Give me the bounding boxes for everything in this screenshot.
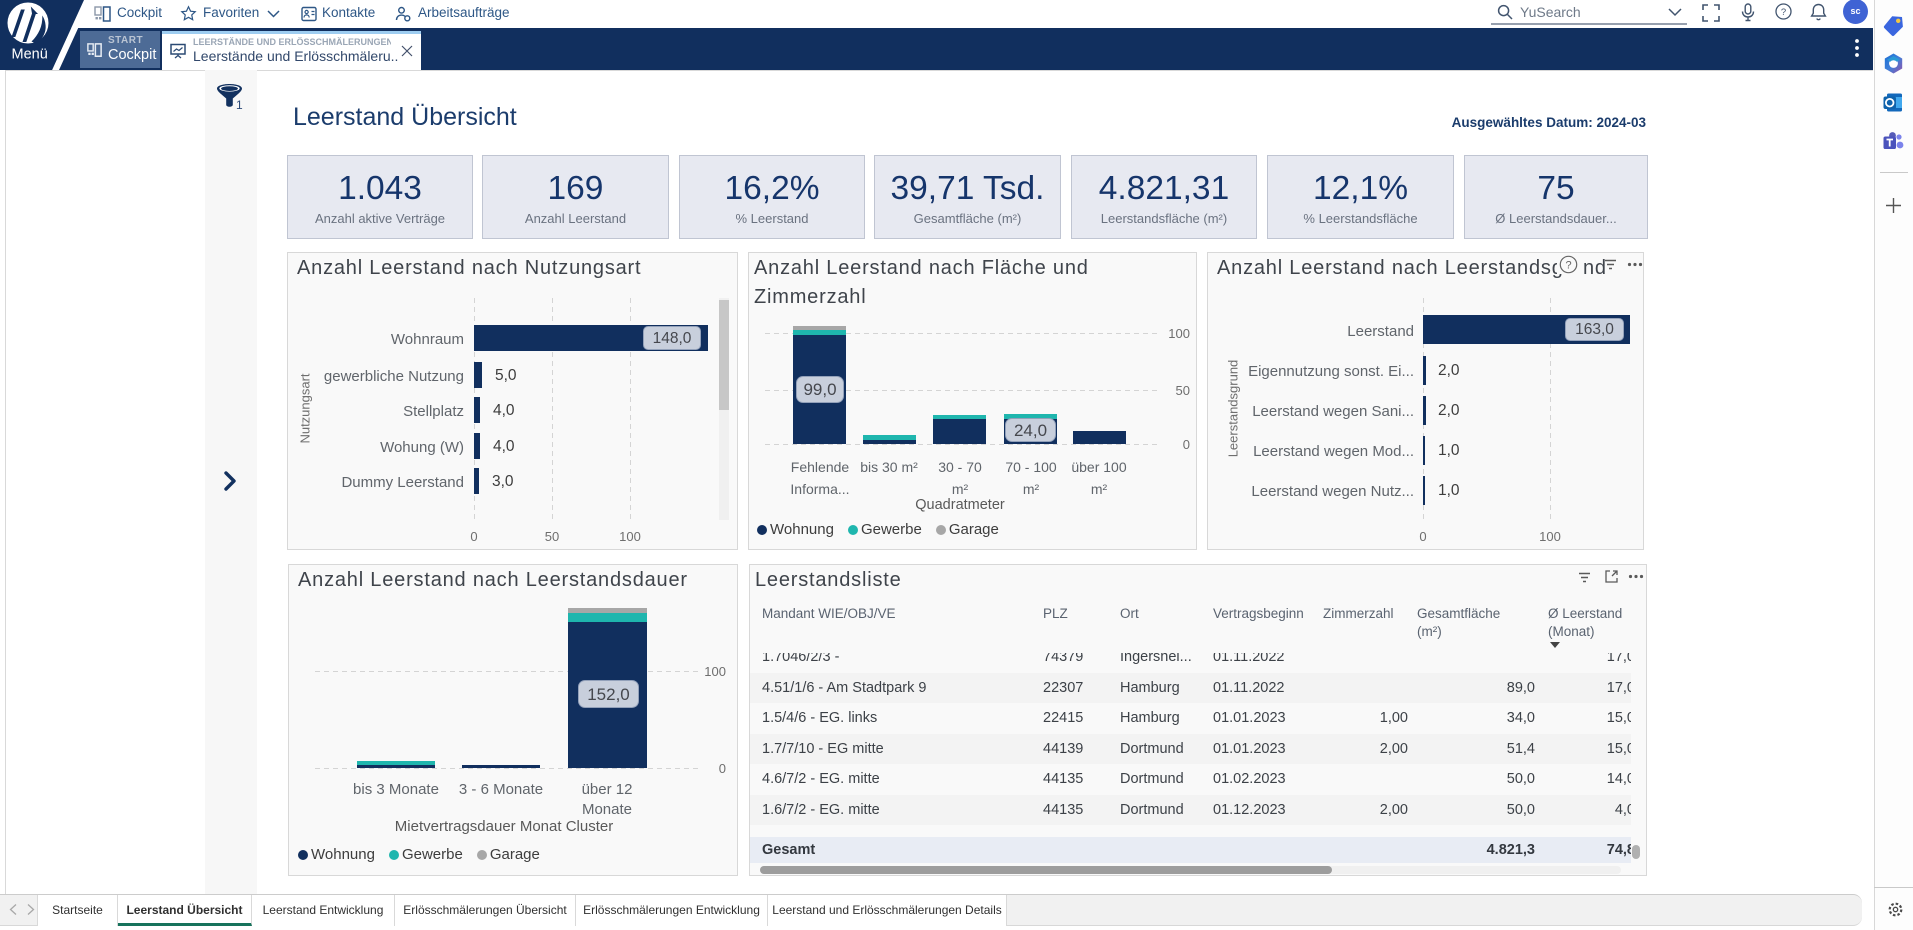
svg-text:Menü: Menü xyxy=(12,47,48,63)
svg-text:?: ? xyxy=(1781,7,1786,18)
svg-text:?: ? xyxy=(1565,260,1571,272)
